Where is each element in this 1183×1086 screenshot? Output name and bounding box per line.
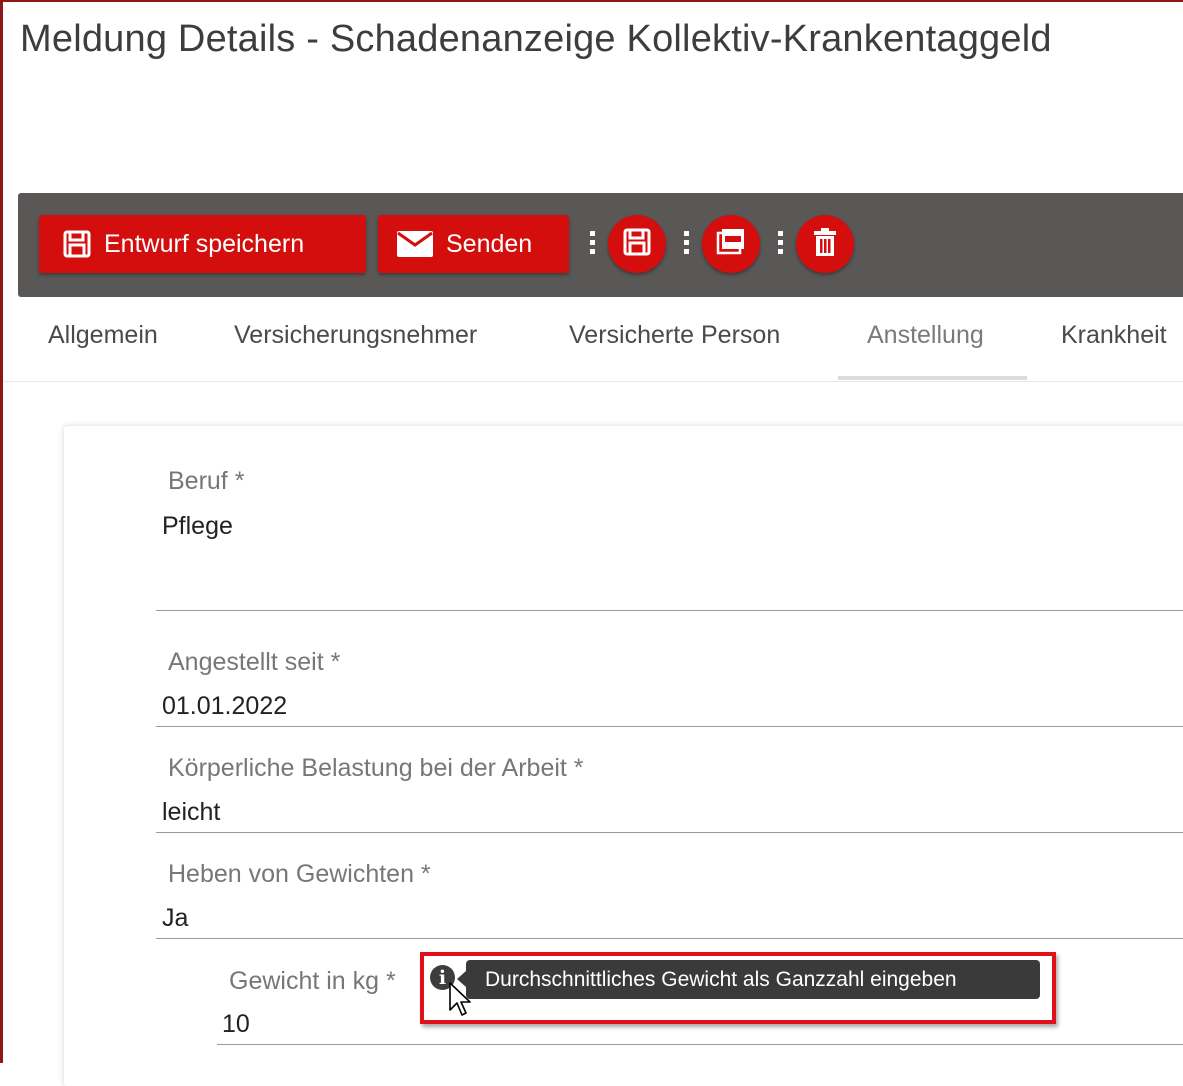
tab-anstellung[interactable]: Anstellung <box>867 321 984 350</box>
action-toolbar: Entwurf speichern Senden <box>18 193 1183 297</box>
send-button[interactable]: Senden <box>378 215 569 273</box>
tab-bar: Allgemein Versicherungsnehmer Versichert… <box>3 297 1183 382</box>
heben-select[interactable]: Ja <box>162 904 188 933</box>
tab-allgemein[interactable]: Allgemein <box>48 321 158 350</box>
pdf-icon <box>715 227 747 262</box>
pdf-button[interactable] <box>702 215 760 273</box>
angestellt-seit-underline <box>156 726 1183 727</box>
tab-krankheit[interactable]: Krankheit <box>1061 321 1167 350</box>
trash-icon <box>812 227 838 262</box>
belastung-underline <box>156 832 1183 833</box>
save-icon <box>62 229 92 259</box>
active-tab-indicator <box>838 376 1027 380</box>
gewicht-underline <box>217 1044 1183 1045</box>
gewicht-label: Gewicht in kg * <box>229 967 396 995</box>
mouse-cursor-icon <box>449 982 471 1016</box>
tab-versicherungsnehmer[interactable]: Versicherungsnehmer <box>234 321 477 350</box>
page-title: Meldung Details - Schadenanzeige Kollekt… <box>20 18 1052 60</box>
heben-underline <box>156 938 1183 939</box>
save-draft-button[interactable]: Entwurf speichern <box>39 215 366 273</box>
angestellt-seit-field[interactable]: 01.01.2022 <box>162 692 287 721</box>
angestellt-seit-label: Angestellt seit * <box>168 648 341 676</box>
belastung-label: Körperliche Belastung bei der Arbeit * <box>168 754 584 782</box>
annotation-highlight-box <box>420 952 1056 1024</box>
send-label: Senden <box>446 229 533 258</box>
belastung-select[interactable]: leicht <box>162 798 220 827</box>
envelope-icon <box>396 230 434 258</box>
gewicht-field[interactable]: 10 <box>222 1010 250 1039</box>
beruf-field[interactable]: Pflege <box>162 512 233 541</box>
heben-label: Heben von Gewichten * <box>168 860 431 888</box>
delete-button[interactable] <box>796 215 854 273</box>
more-dots-icon[interactable] <box>590 231 595 257</box>
floppy-icon <box>622 227 652 262</box>
more-dots-icon[interactable] <box>684 231 689 257</box>
beruf-label: Beruf * <box>168 467 245 495</box>
more-dots-icon[interactable] <box>778 231 783 257</box>
save-round-button[interactable] <box>608 215 666 273</box>
tab-versicherte-person[interactable]: Versicherte Person <box>569 321 780 350</box>
save-draft-label: Entwurf speichern <box>104 229 305 258</box>
beruf-underline <box>156 610 1183 611</box>
